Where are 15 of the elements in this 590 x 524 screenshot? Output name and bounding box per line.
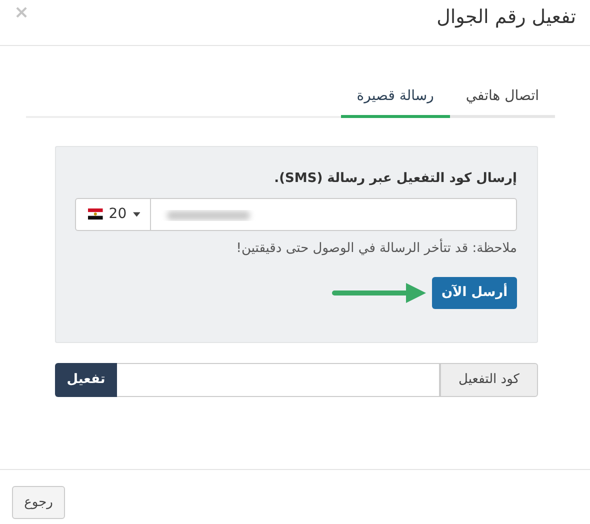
panel-heading: إرسال كود التفعيل عبر رسالة (SMS). xyxy=(273,170,517,188)
tab[interactable]: رسالة قصيرة xyxy=(340,82,450,118)
activation-code-field[interactable] xyxy=(117,363,440,397)
dialog-title: تفعيل رقم الجوال xyxy=(436,6,576,29)
back-button[interactable]: رجوع xyxy=(12,486,65,519)
country-code-dropdown[interactable]: 20 xyxy=(75,198,151,230)
caret-icon xyxy=(132,212,140,216)
phone-field[interactable] xyxy=(151,198,517,230)
send-now-button[interactable]: أرسل الآن xyxy=(432,277,517,309)
activation-code-label: كود التفعيل xyxy=(440,363,538,397)
arrow-icon xyxy=(332,283,426,303)
activate-button[interactable]: تفعيل xyxy=(55,363,117,397)
flag-icon xyxy=(88,208,103,220)
tab[interactable]: اتصال هاتفي xyxy=(450,82,555,118)
note-text: ملاحظة: قد تتأخر الرسالة في الوصول حتى دقيقتين! xyxy=(235,238,517,258)
